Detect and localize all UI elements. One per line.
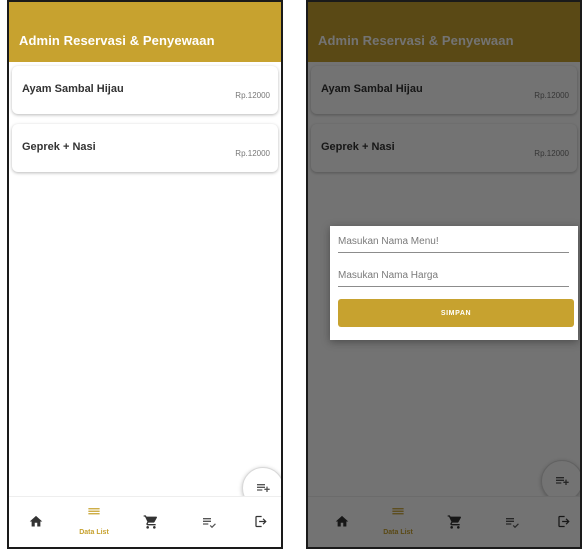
- phone-screen-dialog: Admin Reservasi & Penyewaan Ayam Sambal …: [306, 0, 582, 549]
- home-icon: [29, 515, 43, 527]
- menu-price-input[interactable]: [338, 264, 569, 287]
- menu-card[interactable]: Ayam Sambal Hijau Rp.12000: [12, 66, 278, 114]
- nav-home[interactable]: [14, 497, 58, 547]
- menu-card[interactable]: Geprek + Nasi Rp.12000: [12, 124, 278, 172]
- menu-name: Geprek + Nasi: [22, 141, 96, 153]
- logout-icon: [255, 515, 267, 528]
- app-bar: Admin Reservasi & Penyewaan: [9, 2, 281, 62]
- app-title: Admin Reservasi & Penyewaan: [19, 33, 215, 48]
- nav-data-list-label: Data List: [79, 529, 109, 536]
- save-button[interactable]: SIMPAN: [338, 299, 574, 327]
- menu-name-input[interactable]: [338, 230, 569, 253]
- phone-screen-list: Admin Reservasi & Penyewaan Ayam Sambal …: [7, 0, 283, 549]
- nav-logout[interactable]: [239, 497, 281, 547]
- cart-icon: [143, 515, 158, 529]
- playlist-add-icon: [257, 484, 270, 492]
- playlist-check-icon: [203, 518, 216, 529]
- bottom-nav: Data List: [9, 496, 281, 547]
- nav-data-list[interactable]: Data List: [72, 497, 116, 547]
- list-icon: [88, 508, 100, 515]
- add-menu-dialog: SIMPAN: [330, 226, 578, 340]
- nav-cart[interactable]: [129, 497, 173, 547]
- nav-checklist[interactable]: [187, 497, 231, 547]
- menu-name: Ayam Sambal Hijau: [22, 83, 124, 95]
- menu-price: Rp.12000: [235, 91, 270, 100]
- menu-price: Rp.12000: [235, 149, 270, 158]
